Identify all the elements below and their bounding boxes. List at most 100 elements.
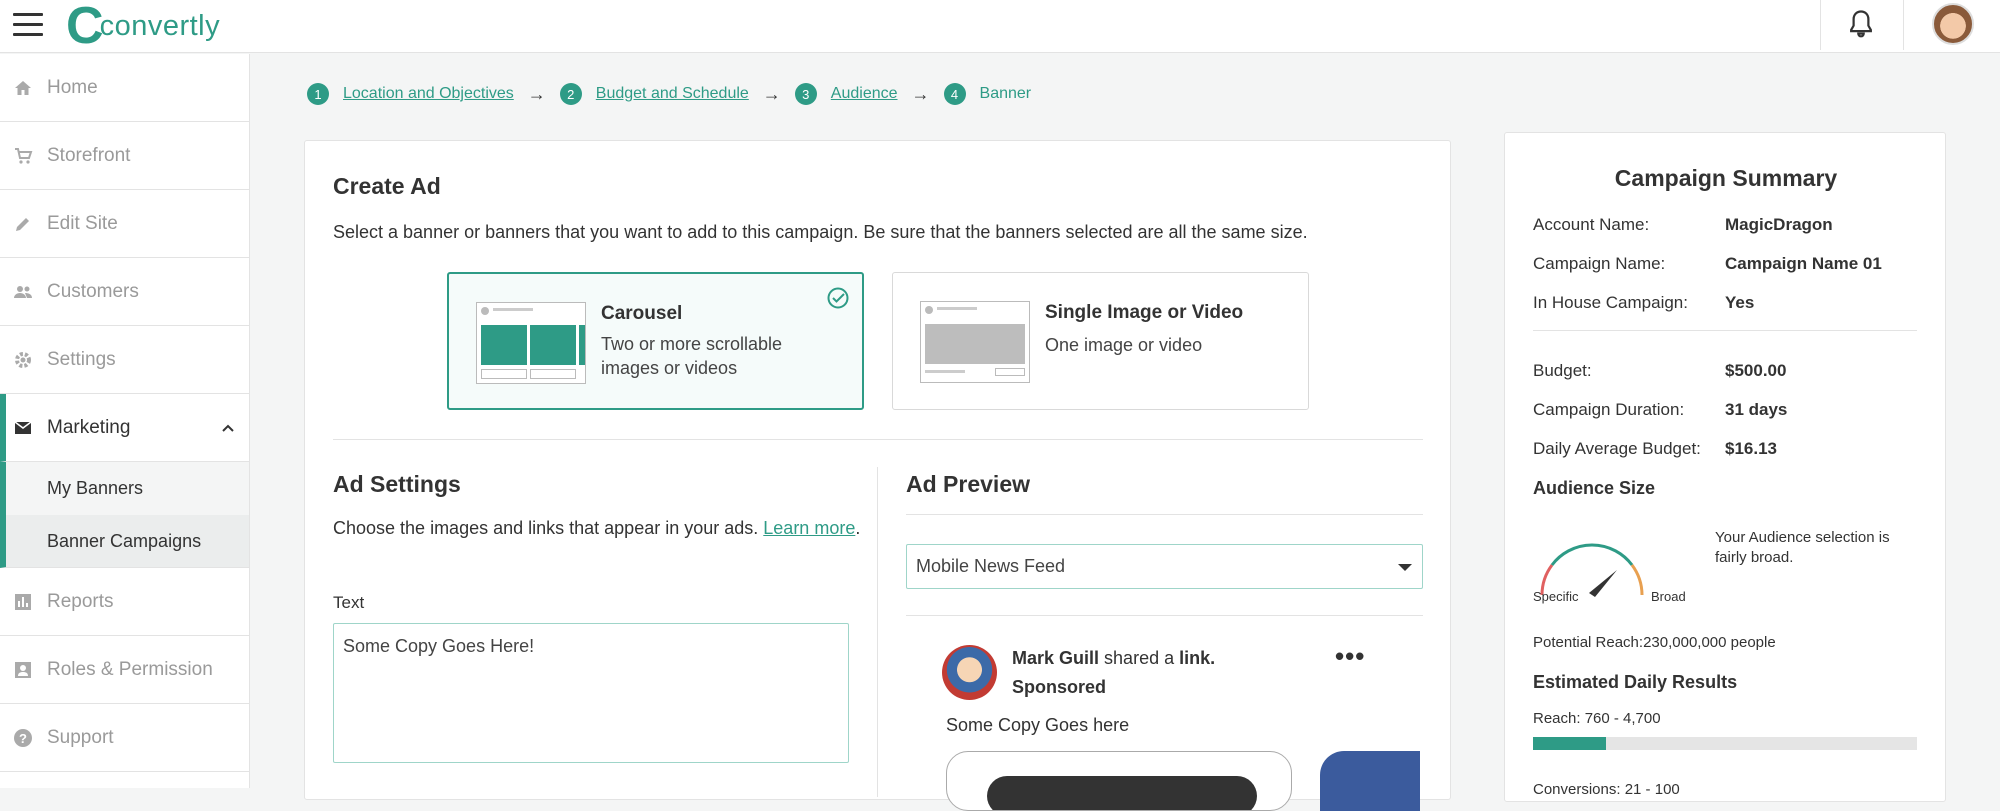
sidebar-item-label: Support bbox=[47, 726, 114, 748]
sidebar-item-support[interactable]: ? Support bbox=[0, 704, 249, 772]
create-ad-description: Select a banner or banners that you want… bbox=[333, 222, 1308, 242]
summary-value: Yes bbox=[1725, 293, 1755, 312]
step-number: 2 bbox=[559, 83, 582, 105]
breadcrumb-link-budget[interactable]: Budget and Schedule bbox=[596, 85, 749, 103]
summary-value: 31 days bbox=[1725, 400, 1788, 419]
svg-text:?: ? bbox=[19, 731, 27, 746]
reach-progress-fill bbox=[1533, 737, 1606, 750]
carousel-card-preview bbox=[946, 751, 1292, 811]
cart-icon bbox=[15, 148, 33, 164]
post-copy: Some Copy Goes here bbox=[946, 715, 1130, 735]
step-number: 4 bbox=[943, 83, 966, 105]
summary-row: Budget: $500.00 bbox=[1533, 361, 1786, 385]
gear-icon bbox=[15, 352, 31, 368]
single-image-thumbnail bbox=[920, 301, 1030, 383]
create-ad-title: Create Ad bbox=[333, 173, 441, 199]
placement-select[interactable]: Mobile News Feed bbox=[906, 544, 1423, 589]
sidebar-item-label: Reports bbox=[47, 590, 114, 612]
sidebar-item-marketing[interactable]: Marketing bbox=[0, 394, 249, 462]
bell-icon[interactable] bbox=[1846, 9, 1876, 41]
summary-row: Campaign Name: Campaign Name 01 bbox=[1533, 254, 1882, 278]
help-icon: ? bbox=[14, 729, 32, 747]
sidebar-subitem-label: Banner Campaigns bbox=[47, 530, 202, 551]
arrow-right-icon: → bbox=[762, 83, 781, 104]
ad-settings-text: Choose the images and links that appear … bbox=[333, 518, 759, 538]
audience-size-heading: Audience Size bbox=[1533, 478, 1656, 498]
breadcrumb-current: Banner bbox=[979, 85, 1032, 102]
sidebar-item-edit-site[interactable]: Edit Site bbox=[0, 190, 249, 258]
sidebar-item-storefront[interactable]: Storefront bbox=[0, 122, 249, 190]
ad-text-field[interactable]: Some Copy Goes Here! bbox=[333, 623, 849, 763]
divider bbox=[906, 615, 1423, 616]
more-options-icon[interactable]: ••• bbox=[1335, 641, 1365, 672]
people-icon bbox=[14, 286, 32, 298]
summary-title: Campaign Summary bbox=[1614, 165, 1838, 191]
sidebar-item-label: Roles & Permission bbox=[47, 658, 213, 680]
divider bbox=[333, 439, 1423, 440]
logo-text: convertly bbox=[99, 9, 221, 42]
carousel-thumbnail bbox=[476, 302, 586, 384]
logo[interactable]: C convertly bbox=[66, 0, 221, 55]
logo-mark: C bbox=[66, 0, 104, 55]
badge-icon bbox=[15, 662, 31, 678]
summary-key: Campaign Duration: bbox=[1533, 400, 1685, 419]
post-avatar bbox=[942, 645, 997, 700]
summary-value: MagicDragon bbox=[1725, 215, 1833, 234]
carousel-card-image bbox=[987, 776, 1257, 810]
check-circle-icon bbox=[827, 287, 849, 309]
top-bar: C convertly bbox=[0, 0, 2000, 53]
carousel-option[interactable]: Carousel Two or more scrollable images o… bbox=[447, 272, 864, 410]
summary-key: Campaign Name: bbox=[1533, 254, 1666, 273]
summary-key: Budget: bbox=[1533, 361, 1592, 380]
post-shared-text: shared a bbox=[1104, 648, 1175, 668]
divider bbox=[906, 514, 1423, 515]
arrow-right-icon: → bbox=[911, 83, 930, 104]
potential-reach: Potential Reach:230,000,000 people bbox=[1533, 634, 1776, 651]
sidebar-item-home[interactable]: Home bbox=[0, 54, 249, 122]
carousel-description: Two or more scrollable images or videos bbox=[601, 334, 783, 378]
menu-icon[interactable] bbox=[13, 13, 43, 37]
create-ad-card: Create Ad Select a banner or banners tha… bbox=[304, 140, 1451, 811]
sidebar-subitem-my-banners[interactable]: My Banners bbox=[0, 462, 249, 515]
summary-row: In House Campaign: Yes bbox=[1533, 293, 1754, 317]
home-icon bbox=[15, 81, 31, 95]
post-link-word: link. bbox=[1179, 648, 1216, 668]
top-divider bbox=[1903, 0, 1904, 50]
summary-key: Account Name: bbox=[1533, 215, 1650, 234]
summary-value: $500.00 bbox=[1725, 361, 1787, 380]
avatar[interactable] bbox=[1932, 3, 1974, 45]
sidebar-item-label: Edit Site bbox=[47, 212, 118, 234]
summary-row: Campaign Duration: 31 days bbox=[1533, 400, 1787, 424]
learn-more-link[interactable]: Learn more bbox=[763, 518, 855, 538]
breadcrumb-link-audience[interactable]: Audience bbox=[831, 85, 898, 103]
sidebar-item-roles-permission[interactable]: Roles & Permission bbox=[0, 636, 249, 704]
sidebar-item-label: Home bbox=[47, 76, 98, 98]
bar-chart-icon bbox=[15, 594, 31, 610]
sidebar-item-label: Marketing bbox=[47, 416, 131, 438]
summary-value: Campaign Name 01 bbox=[1725, 254, 1882, 273]
sidebar-item-customers[interactable]: Customers bbox=[0, 258, 249, 326]
sidebar-subitem-banner-campaigns[interactable]: Banner Campaigns bbox=[0, 515, 249, 568]
sidebar-item-reports[interactable]: Reports bbox=[0, 568, 249, 636]
chevron-up-icon[interactable] bbox=[221, 421, 235, 435]
reach-progress bbox=[1533, 737, 1917, 750]
mail-icon bbox=[14, 421, 32, 434]
post-sponsored: Sponsored bbox=[1012, 677, 1107, 697]
arrow-right-icon: → bbox=[527, 83, 546, 104]
single-image-title: Single Image or Video bbox=[1045, 302, 1244, 323]
placement-selected-value: Mobile News Feed bbox=[916, 556, 1066, 576]
campaign-summary: Campaign Summary Account Name: MagicDrago… bbox=[1504, 132, 1946, 802]
single-image-option[interactable]: Single Image or Video One image or video bbox=[892, 272, 1309, 410]
sidebar: Home Storefront Edit Site Customers Sett… bbox=[0, 54, 250, 788]
step-number: 3 bbox=[794, 83, 817, 105]
post-author[interactable]: Mark Guill bbox=[1012, 648, 1099, 668]
ad-settings-description: Choose the images and links that appear … bbox=[333, 516, 863, 540]
summary-key: In House Campaign: bbox=[1533, 293, 1688, 312]
estimated-daily-results-heading: Estimated Daily Results bbox=[1533, 672, 1738, 692]
step-number: 1 bbox=[307, 83, 329, 105]
period: . bbox=[855, 518, 861, 538]
sidebar-item-settings[interactable]: Settings bbox=[0, 326, 249, 394]
breadcrumb-link-location[interactable]: Location and Objectives bbox=[343, 85, 514, 103]
top-divider bbox=[1820, 0, 1821, 50]
pencil-icon bbox=[16, 218, 29, 231]
